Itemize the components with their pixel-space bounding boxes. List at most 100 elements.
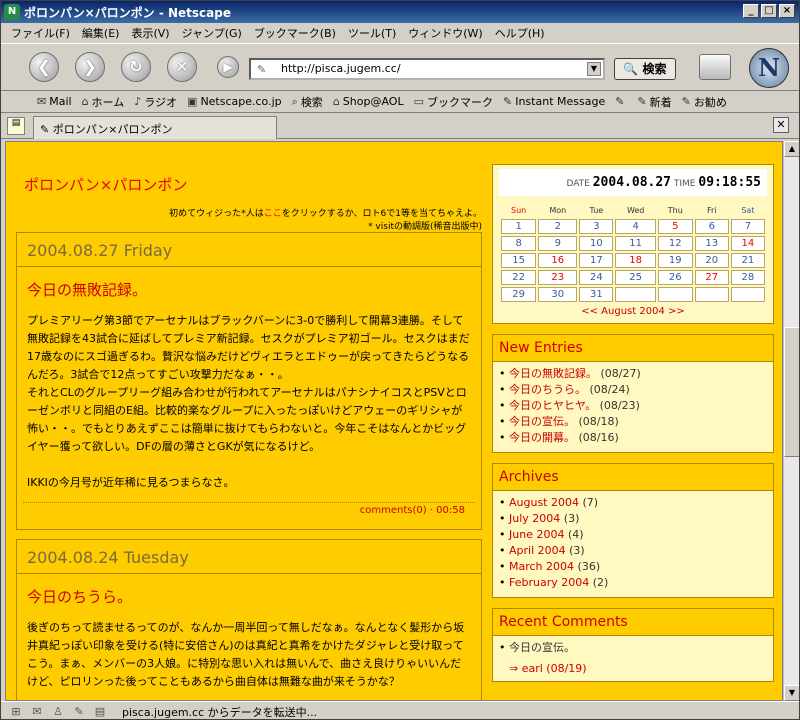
calendar-day[interactable]: 16: [538, 253, 578, 268]
calendar-day[interactable]: 31: [579, 287, 614, 302]
menu-tools[interactable]: ツール(T): [342, 25, 402, 41]
post-title[interactable]: 今日の無敗記録。: [17, 267, 481, 308]
comment-link[interactable]: ⇒ earl (08/19): [493, 662, 773, 681]
calendar-day[interactable]: 28: [730, 270, 765, 285]
calendar-day[interactable]: 30: [538, 287, 578, 302]
post-footer[interactable]: comments(0) · 00:58: [23, 502, 475, 524]
archive-link[interactable]: August 2004: [509, 496, 579, 509]
mail-icon[interactable]: ✉: [28, 705, 46, 718]
calendar-day[interactable]: 4: [615, 219, 656, 234]
post-title[interactable]: 今日のちうら。: [17, 574, 481, 615]
calendar-day[interactable]: 26: [657, 270, 693, 285]
calendar-day[interactable]: 23: [538, 270, 578, 285]
menu-view[interactable]: 表示(V): [125, 25, 175, 41]
composer-icon[interactable]: ✎: [70, 705, 88, 718]
personal-item-recommend[interactable]: ✎ お勧め: [682, 94, 727, 110]
maximize-button[interactable]: □: [761, 4, 777, 18]
back-button[interactable]: ❮: [29, 52, 59, 82]
reload-button[interactable]: ↻: [121, 52, 151, 82]
browser-tab[interactable]: ✎ ポロンパン×パロンポン: [33, 116, 277, 139]
scroll-up-button[interactable]: ▲: [784, 141, 799, 157]
menu-window[interactable]: ウィンドウ(W): [402, 25, 488, 41]
address-book-icon[interactable]: ▤: [91, 705, 109, 718]
print-icon[interactable]: [699, 54, 731, 80]
menu-file[interactable]: ファイル(F): [5, 25, 76, 41]
personal-item-netscape[interactable]: ▣ Netscape.co.jp: [187, 95, 282, 108]
calendar-day[interactable]: 24: [579, 270, 614, 285]
personal-item-mail[interactable]: ✉ Mail: [37, 95, 72, 108]
calendar-day[interactable]: 12: [657, 236, 693, 251]
calendar-day[interactable]: 3: [579, 219, 614, 234]
minimize-button[interactable]: _: [743, 4, 759, 18]
site-title[interactable]: ポロンパン×パロンポン: [24, 174, 187, 195]
visit-link[interactable]: * visitの動調版(稀音出版中): [368, 222, 482, 232]
entry-link[interactable]: 今日の開幕。: [509, 431, 575, 444]
entry-link[interactable]: 今日の宣伝。: [509, 415, 575, 428]
personal-item-shop[interactable]: ⌂ Shop@AOL: [333, 95, 404, 108]
menu-edit[interactable]: 編集(E): [76, 25, 126, 41]
entry-link[interactable]: 今日のヒヤヒヤ。: [509, 399, 596, 412]
personal-item-link[interactable]: ✎: [615, 95, 627, 108]
calendar-day[interactable]: 6: [694, 219, 729, 234]
archive-link[interactable]: April 2004: [509, 544, 566, 557]
archive-link[interactable]: July 2004: [509, 512, 560, 525]
calendar-day[interactable]: 25: [615, 270, 656, 285]
archive-link[interactable]: June 2004: [509, 528, 564, 541]
calendar-day[interactable]: 18: [615, 253, 656, 268]
personal-item-search[interactable]: ⌕ 検索: [292, 94, 323, 110]
personal-item-radio[interactable]: ♪ ラジオ: [134, 94, 177, 110]
search-button-label: 検索: [642, 62, 667, 76]
forward-button[interactable]: ❯: [75, 52, 105, 82]
menu-bookmarks[interactable]: ブックマーク(B): [248, 25, 342, 41]
calendar-day[interactable]: 27: [694, 270, 729, 285]
close-tab-button[interactable]: ✕: [773, 117, 789, 133]
entry-link[interactable]: 今日のちうら。: [509, 383, 586, 396]
calendar-day[interactable]: 2: [538, 219, 578, 234]
calendar-day[interactable]: 11: [615, 236, 656, 251]
calendar-day[interactable]: 7: [730, 219, 765, 234]
list-item: 今日のヒヤヒヤ。 (08/23): [499, 398, 767, 414]
sidebar: DATE 2004.08.27 TIME 09:18:55 Sun Mon Tu…: [492, 164, 774, 692]
netscape-logo-icon[interactable]: N: [749, 48, 789, 88]
calendar-month-nav[interactable]: << August 2004 >>: [499, 304, 767, 317]
url-field[interactable]: ✎ http://pisca.jugem.cc/ ▼: [249, 58, 605, 80]
search-icon: ⌕: [291, 94, 298, 108]
scroll-down-button[interactable]: ▼: [784, 685, 799, 701]
calendar-day[interactable]: 17: [579, 253, 614, 268]
archive-link[interactable]: February 2004: [509, 576, 589, 589]
stop-button[interactable]: ✕: [167, 52, 197, 82]
calendar-day[interactable]: 22: [501, 270, 537, 285]
search-button[interactable]: 🔍 検索: [614, 58, 676, 80]
calendar-day[interactable]: 5: [657, 219, 693, 234]
calendar-day[interactable]: 1: [501, 219, 537, 234]
url-dropdown-button[interactable]: ▼: [587, 62, 601, 76]
calendar-day[interactable]: 13: [694, 236, 729, 251]
menu-go[interactable]: ジャンプ(G): [176, 25, 248, 41]
calendar-day[interactable]: 9: [538, 236, 578, 251]
entry-link[interactable]: 今日の無敗記録。: [509, 367, 597, 380]
aim-icon[interactable]: ♙: [49, 705, 67, 718]
calendar-day[interactable]: 14: [730, 236, 765, 251]
personal-item-new[interactable]: ✎ 新着: [637, 94, 671, 110]
personal-item-home[interactable]: ⌂ ホーム: [82, 94, 125, 110]
personal-item-instant-message[interactable]: ✎ Instant Message: [503, 95, 605, 108]
archive-link[interactable]: March 2004: [509, 560, 574, 573]
sidebar-toggle-icon[interactable]: ▤: [7, 117, 25, 135]
personal-item-bookmarks[interactable]: ▭ ブックマーク: [414, 94, 493, 110]
navigator-icon[interactable]: ⊞: [7, 705, 25, 718]
list-item: April 2004 (3): [499, 543, 767, 559]
go-button[interactable]: ▶: [217, 56, 239, 78]
scroll-thumb[interactable]: [784, 327, 799, 457]
vertical-scrollbar[interactable]: ▲ ▼: [783, 141, 799, 701]
post-body: 後ぎのちって読ませるってのが、なんか一周半回って無しだなぁ。なんとなく髪形から坂…: [27, 621, 465, 688]
calendar-day[interactable]: 29: [501, 287, 537, 302]
menu-help[interactable]: ヘルプ(H): [489, 25, 551, 41]
calendar-day[interactable]: 21: [730, 253, 765, 268]
here-link[interactable]: ここ: [264, 209, 282, 219]
calendar-day[interactable]: 10: [579, 236, 614, 251]
calendar-day[interactable]: 8: [501, 236, 537, 251]
calendar-day[interactable]: 20: [694, 253, 729, 268]
close-window-button[interactable]: ×: [779, 4, 795, 18]
calendar-day[interactable]: 15: [501, 253, 537, 268]
calendar-day[interactable]: 19: [657, 253, 693, 268]
